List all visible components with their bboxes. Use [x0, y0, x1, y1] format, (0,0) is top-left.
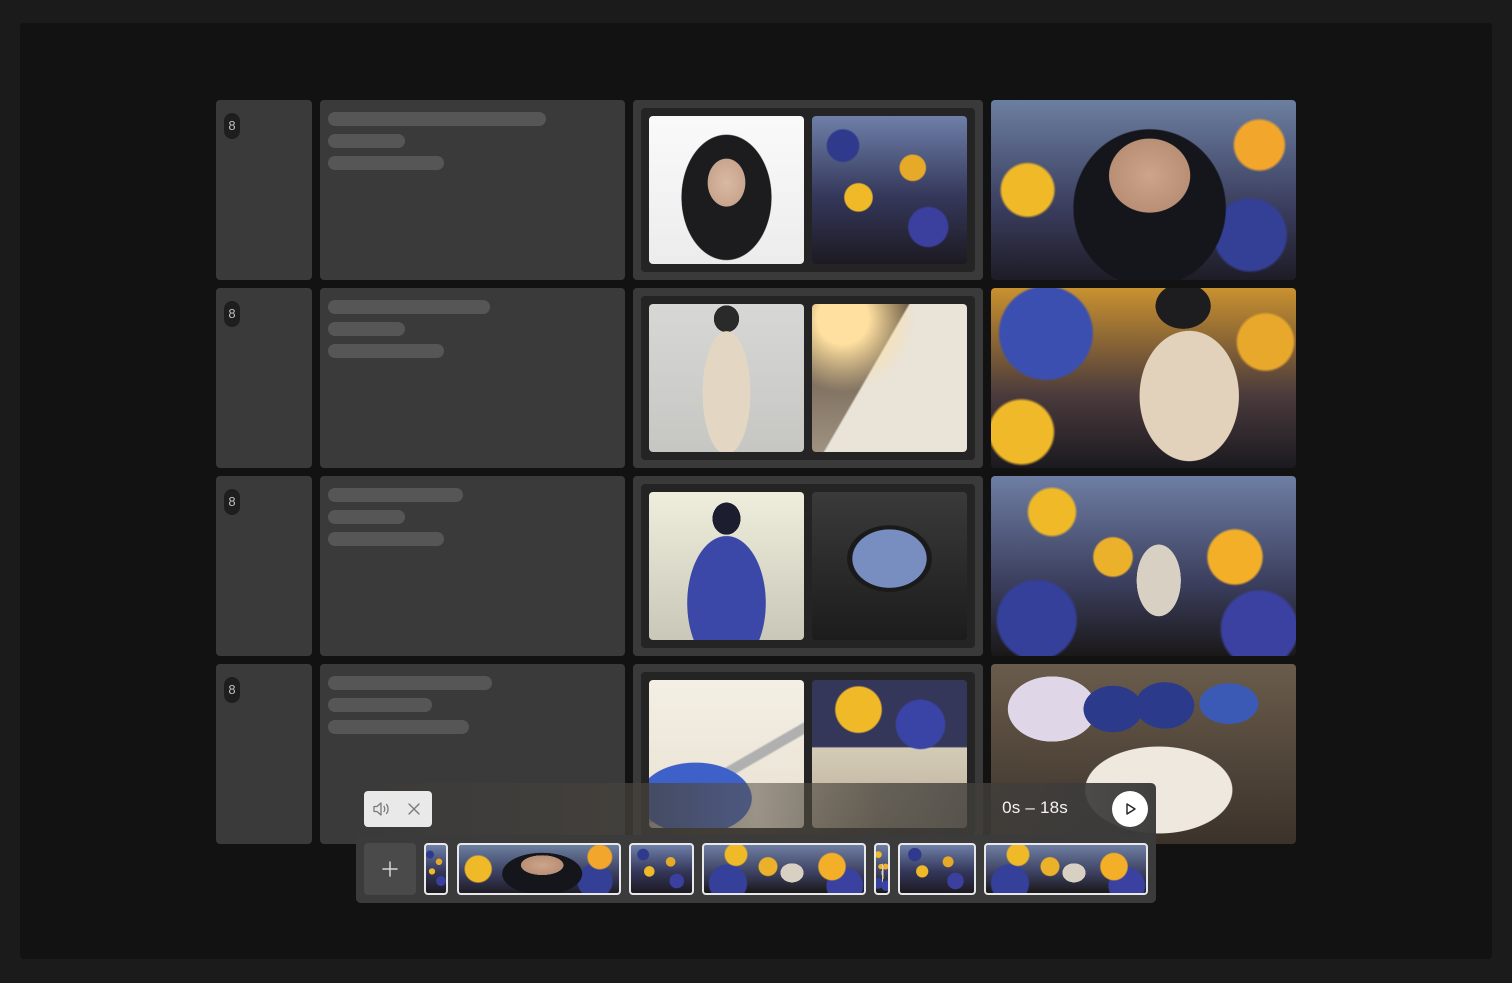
reference-images-cell	[633, 100, 983, 280]
shot-description-cell[interactable]	[320, 476, 625, 656]
skeleton-line	[328, 698, 432, 712]
reference-image[interactable]	[649, 304, 804, 452]
timeline-clip[interactable]	[424, 843, 448, 895]
timeline-clip[interactable]	[874, 843, 890, 895]
shot-number-cell[interactable]: 8	[216, 476, 312, 656]
storyboard-row: 8	[216, 288, 1296, 468]
reference-images-panel	[641, 108, 975, 272]
time-range-label: 0s – 18s	[1002, 798, 1068, 817]
play-icon	[1126, 803, 1136, 815]
plus-icon	[382, 861, 398, 877]
reference-image[interactable]	[649, 116, 804, 264]
audio-controls	[364, 791, 432, 827]
reference-images-cell	[633, 288, 983, 468]
skeleton-line	[328, 510, 405, 524]
reference-image[interactable]	[649, 492, 804, 640]
shot-description-cell[interactable]	[320, 288, 625, 468]
reference-images-panel	[641, 296, 975, 460]
timeline-toolbar: 0s – 18s	[356, 783, 1156, 835]
skeleton-line	[328, 112, 546, 126]
skeleton-line	[328, 532, 444, 546]
close-icon[interactable]	[404, 799, 424, 819]
shot-number-cell[interactable]: 8	[216, 100, 312, 280]
clip-strip	[356, 835, 1156, 903]
skeleton-line	[328, 488, 463, 502]
skeleton-line	[328, 344, 444, 358]
skeleton-line	[328, 134, 405, 148]
shot-number-badge: 8	[224, 677, 240, 703]
shot-number-cell[interactable]: 8	[216, 664, 312, 844]
reference-image[interactable]	[812, 492, 967, 640]
generated-output-image[interactable]	[991, 288, 1296, 468]
storyboard-row: 8	[216, 476, 1296, 656]
shot-number-badge: 8	[224, 489, 240, 515]
reference-image[interactable]	[812, 116, 967, 264]
skeleton-line	[328, 676, 492, 690]
generated-output-image[interactable]	[991, 476, 1296, 656]
generated-output-image[interactable]	[991, 100, 1296, 280]
reference-image[interactable]	[812, 304, 967, 452]
timeline-clip[interactable]	[898, 843, 976, 895]
timeline-clip[interactable]	[457, 843, 621, 895]
shot-description-cell[interactable]	[320, 100, 625, 280]
reference-images-cell	[633, 476, 983, 656]
shot-number-badge: 8	[224, 113, 240, 139]
reference-images-panel	[641, 484, 975, 648]
timeline-clip[interactable]	[984, 843, 1148, 895]
timeline-clip[interactable]	[702, 843, 866, 895]
skeleton-line	[328, 720, 469, 734]
shot-number-badge: 8	[224, 301, 240, 327]
skeleton-line	[328, 300, 490, 314]
timeline-panel: 0s – 18s	[356, 783, 1156, 903]
skeleton-line	[328, 156, 444, 170]
storyboard-row: 8	[216, 100, 1296, 280]
add-clip-button[interactable]	[364, 843, 416, 895]
skeleton-line	[328, 322, 405, 336]
shot-number-cell[interactable]: 8	[216, 288, 312, 468]
timeline-clip[interactable]	[629, 843, 694, 895]
play-button[interactable]	[1112, 791, 1148, 827]
speaker-icon[interactable]	[372, 799, 392, 819]
